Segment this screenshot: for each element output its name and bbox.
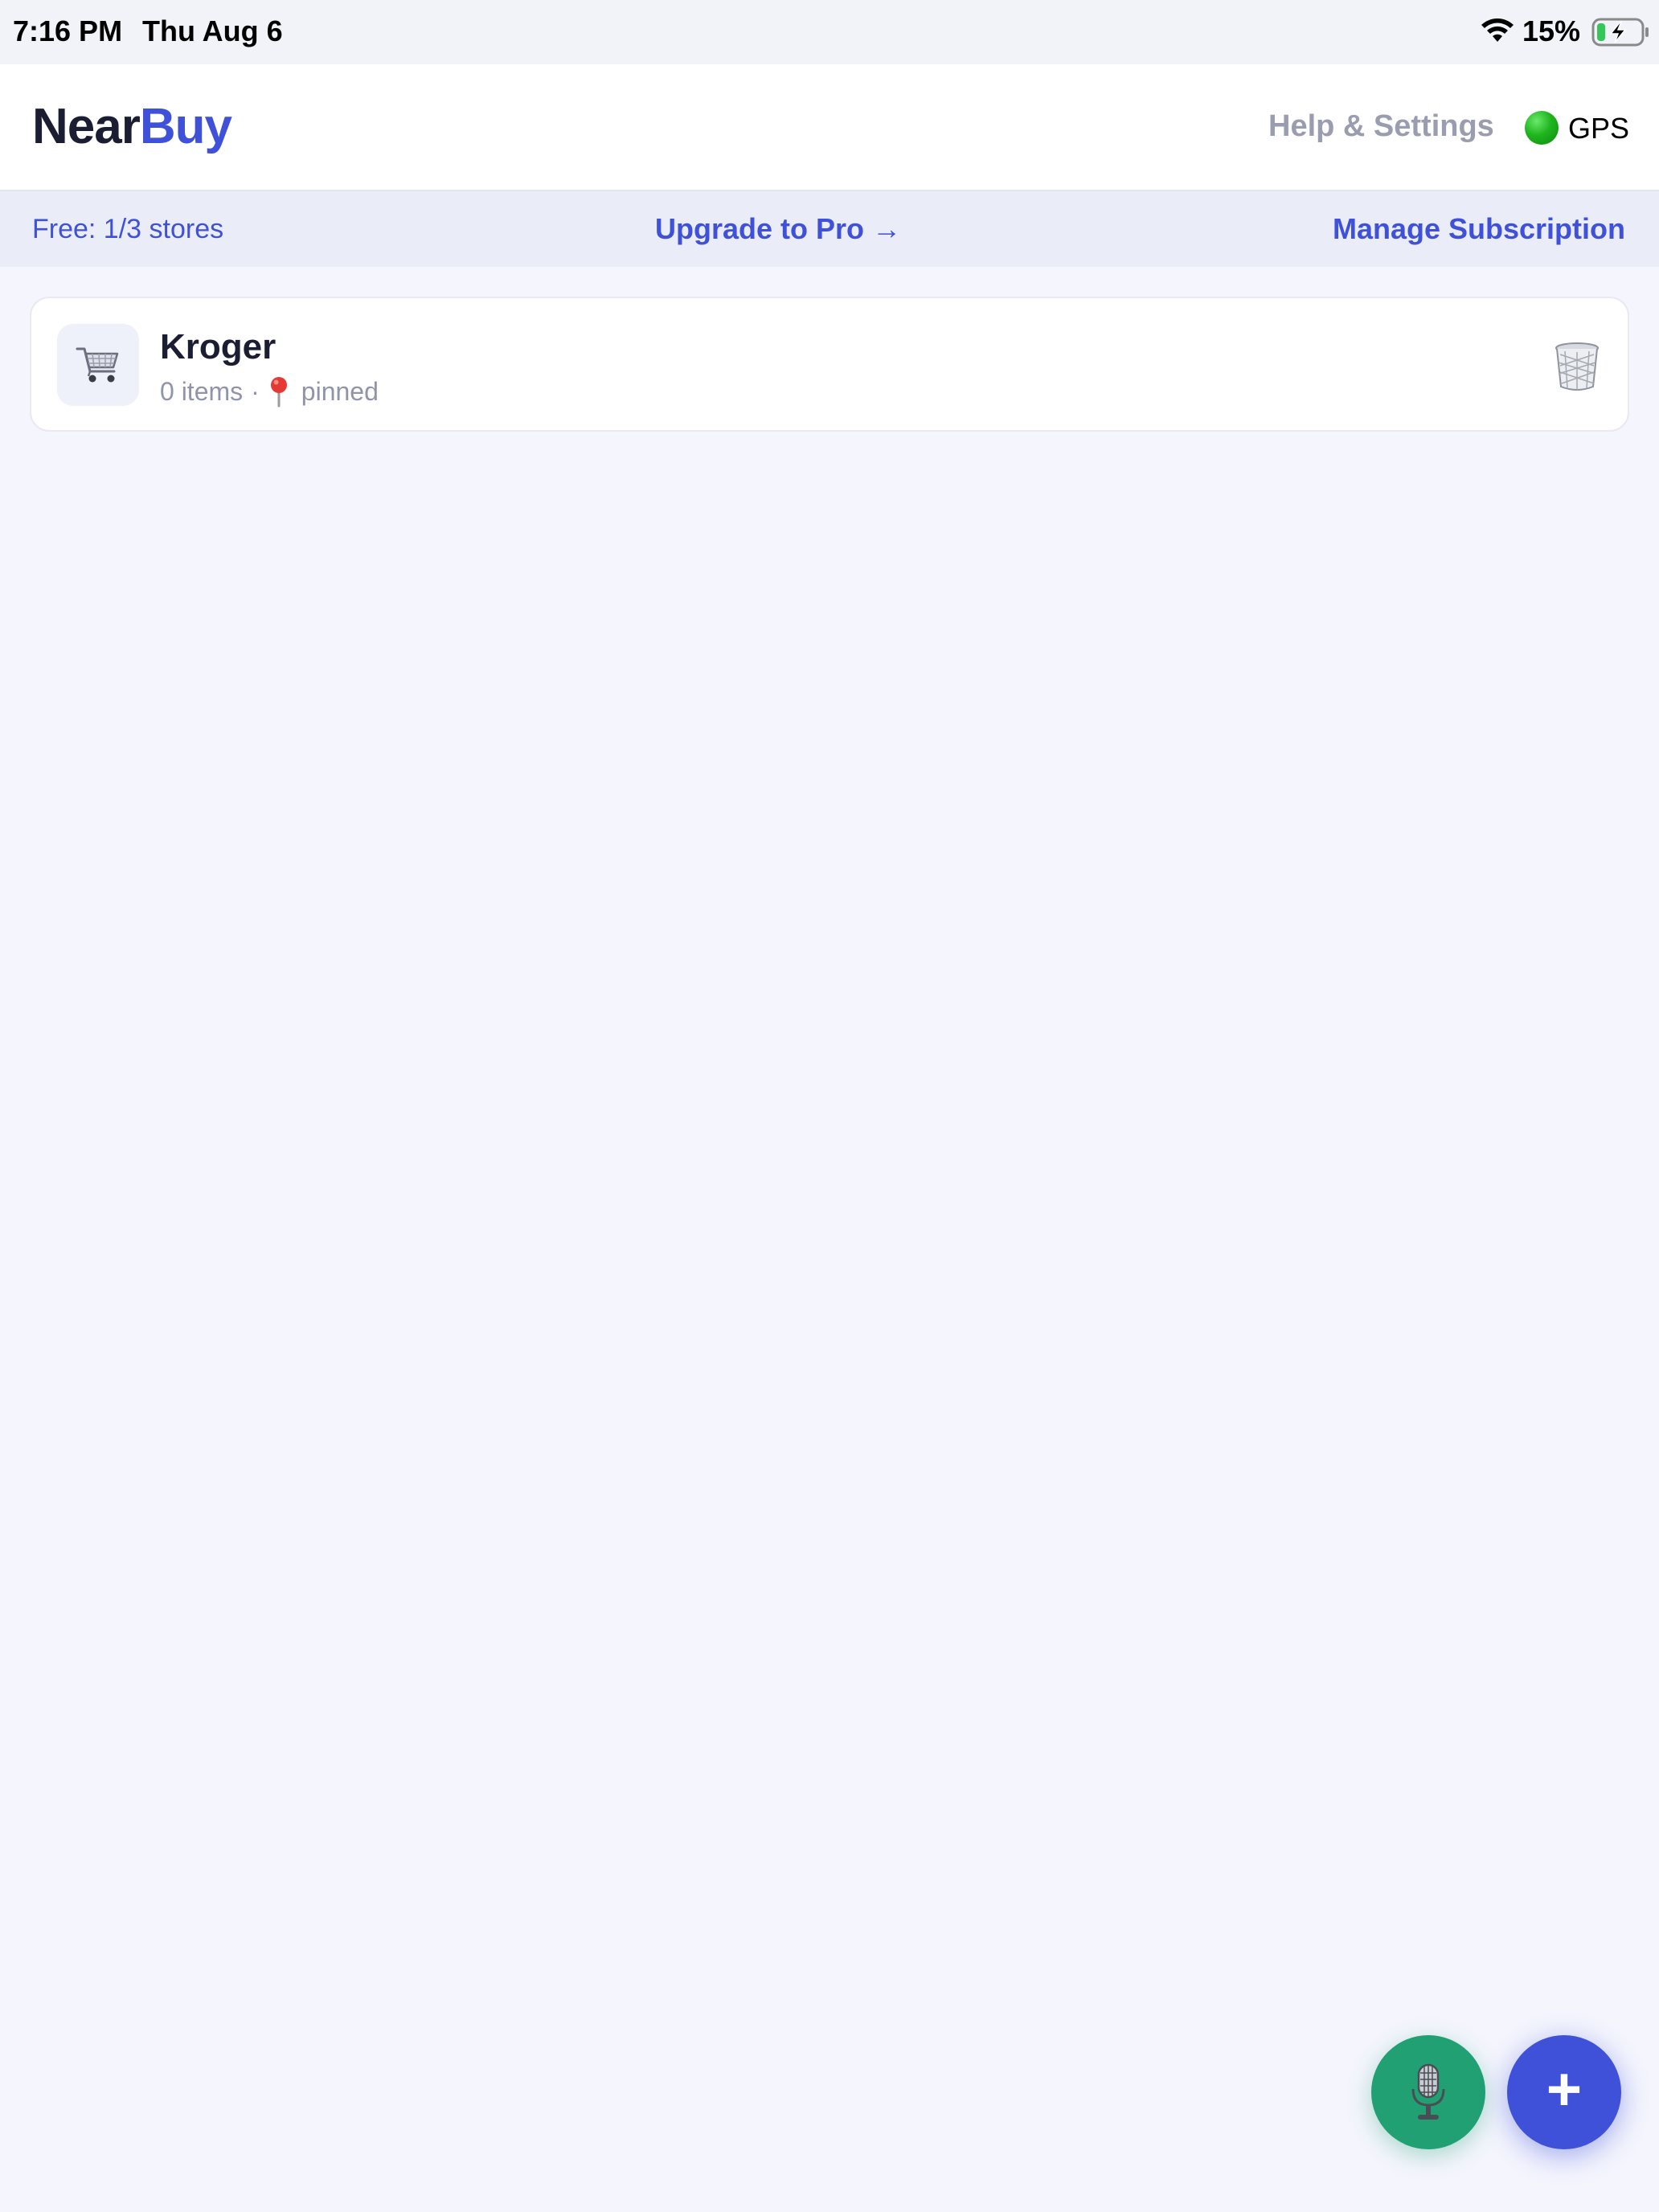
app-logo: NearBuy [32, 98, 232, 155]
help-settings-link[interactable]: Help & Settings [1268, 109, 1494, 144]
store-item-count: 0 items [160, 376, 244, 406]
meta-separator: · [251, 376, 260, 406]
brand-near: Near [32, 99, 141, 154]
plus-icon: + [1546, 2055, 1583, 2124]
store-pin-status: pinned [301, 376, 379, 406]
app-header: NearBuy Help & Settings GPS [0, 64, 1659, 191]
upgrade-to-pro-link[interactable]: Upgrade to Pro → [655, 212, 901, 246]
status-bar: 7:16 PM Thu Aug 6 15% [0, 0, 1659, 64]
add-store-button[interactable]: + [1507, 2035, 1621, 2149]
brand-buy: Buy [139, 99, 232, 154]
status-time: 7:16 PM [13, 14, 123, 47]
store-icon-box [57, 324, 139, 406]
store-name: Kroger [160, 327, 276, 367]
gps-status-icon [1525, 111, 1559, 145]
voice-input-button[interactable] [1371, 2035, 1485, 2149]
subscription-bar: Free: 1/3 stores Upgrade to Pro → Manage… [0, 191, 1659, 267]
store-card[interactable]: Kroger 0 items · pinned [30, 297, 1629, 432]
app-screen: 7:16 PM Thu Aug 6 15% NearBuy Help & Set… [0, 0, 1659, 2212]
trash-icon[interactable] [1554, 342, 1600, 391]
shopping-cart-icon [76, 347, 119, 383]
status-date: Thu Aug 6 [142, 14, 283, 47]
pin-icon [270, 377, 287, 408]
plan-usage-text: Free: 1/3 stores [32, 214, 224, 244]
battery-percent: 15% [1522, 14, 1581, 47]
gps-label: GPS [1568, 112, 1630, 145]
manage-subscription-link[interactable]: Manage Subscription [1333, 212, 1625, 246]
microphone-icon [1411, 2063, 1445, 2120]
wifi-icon [1481, 18, 1514, 42]
store-meta: 0 items · pinned [160, 375, 379, 408]
battery-charging-icon [1591, 18, 1649, 47]
